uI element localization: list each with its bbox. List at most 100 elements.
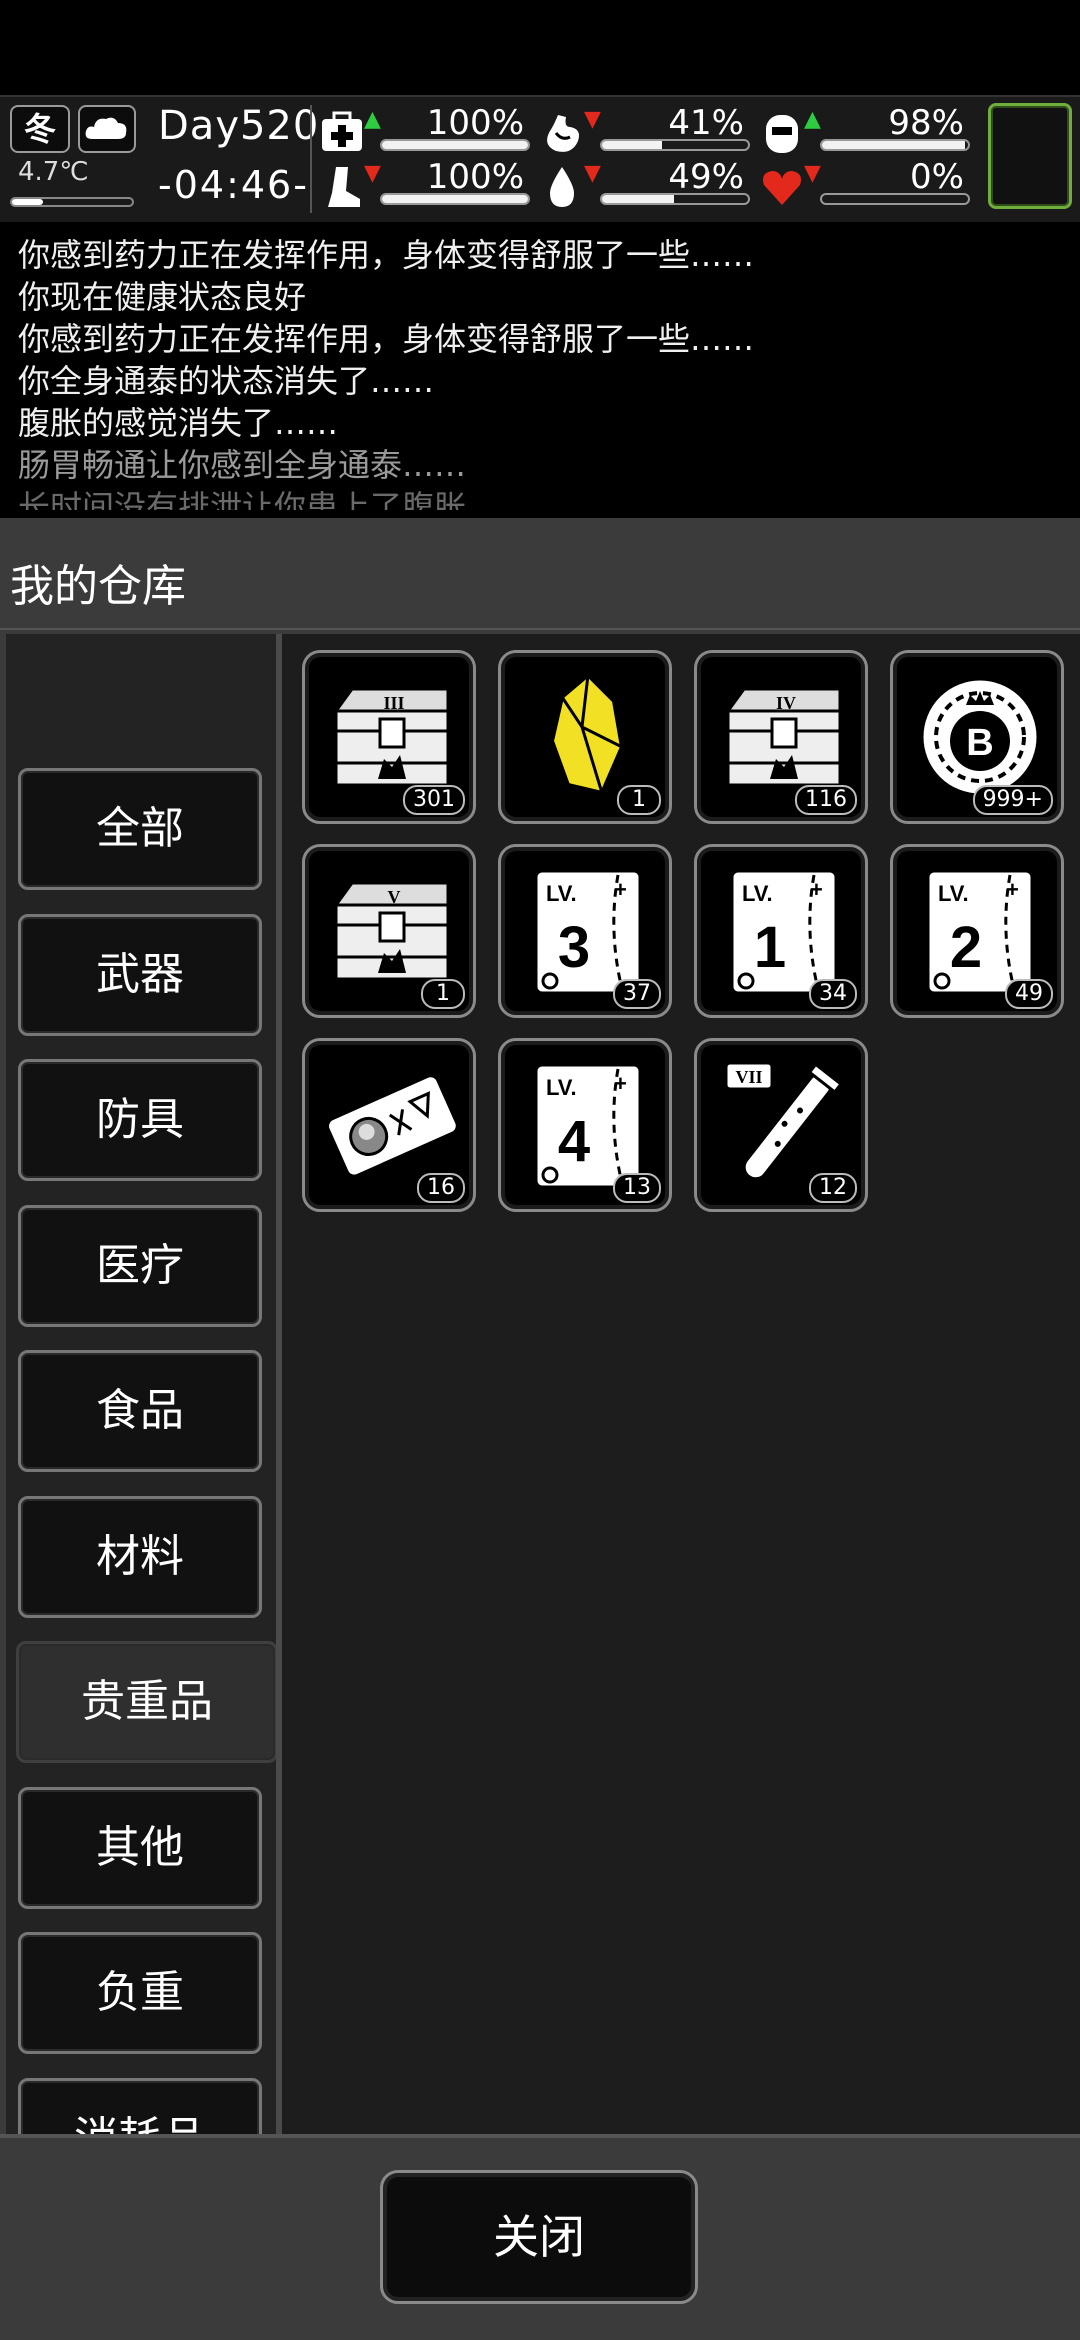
item-count: 37 <box>613 979 661 1009</box>
stat-value: 41% <box>668 103 744 143</box>
temperature-bar-fill <box>12 199 44 205</box>
stat-value: 0% <box>910 157 964 197</box>
svg-text:2: 2 <box>950 915 982 980</box>
log-line: 肠胃畅通让你感到全身通泰…… <box>18 446 467 484</box>
weather-icon <box>78 105 136 153</box>
stat-bar-fill <box>602 141 662 149</box>
stat-value: 100% <box>426 157 524 197</box>
item-slot[interactable]: V 1 <box>302 844 476 1018</box>
svg-text:V: V <box>388 887 401 907</box>
bladder-icon <box>760 111 804 155</box>
stat-mood: ▼ 0% <box>760 157 970 213</box>
item-count: 49 <box>1005 979 1053 1009</box>
stat-bar-fill <box>602 195 674 203</box>
svg-text:+: + <box>810 877 823 902</box>
item-count: 13 <box>613 1173 661 1203</box>
item-slot[interactable]: VII 12 <box>694 1038 868 1212</box>
svg-text:+: + <box>1006 877 1019 902</box>
stat-bar <box>600 139 750 151</box>
category-other[interactable]: 其他 <box>18 1787 262 1909</box>
category-valuables[interactable]: 贵重品 <box>16 1641 276 1763</box>
item-count: 116 <box>795 785 857 815</box>
season-label: 冬 <box>23 110 56 148</box>
log-line: 你感到药力正在发挥作用，身体变得舒服了一些…… <box>18 236 755 274</box>
item-count: 999+ <box>972 785 1053 815</box>
item-count: 16 <box>417 1173 465 1203</box>
divider <box>0 628 1080 630</box>
heart-icon <box>760 165 804 209</box>
trend-up-icon: ▲ <box>364 107 381 132</box>
trend-down-icon: ▼ <box>804 161 821 186</box>
medkit-icon <box>320 111 364 155</box>
category-all[interactable]: 全部 <box>18 768 262 890</box>
item-slot[interactable]: LV. + 3 37 <box>498 844 672 1018</box>
category-consumables[interactable]: 消耗品 <box>18 2078 262 2134</box>
divider <box>0 2134 1080 2138</box>
stat-bladder: ▲ 98% <box>760 103 970 159</box>
category-load[interactable]: 负重 <box>18 1932 262 2054</box>
svg-text:+: + <box>614 877 627 902</box>
log-line: 你全身通泰的状态消失了…… <box>18 362 435 400</box>
stat-water: ▼ 49% <box>540 157 750 213</box>
category-medical[interactable]: 医疗 <box>18 1205 262 1327</box>
status-frame[interactable] <box>988 103 1072 209</box>
svg-text:III: III <box>383 693 404 713</box>
category-materials[interactable]: 材料 <box>18 1496 262 1618</box>
trend-down-icon: ▼ <box>364 161 381 186</box>
stat-bar <box>380 139 530 151</box>
trend-up-icon: ▲ <box>804 107 821 132</box>
svg-text:LV.: LV. <box>546 1075 577 1100</box>
temperature-bar <box>10 197 134 207</box>
message-log[interactable]: 你感到药力正在发挥作用，身体变得舒服了一些…… 你现在健康状态良好 你感到药力正… <box>0 222 1080 510</box>
item-count: 301 <box>403 785 465 815</box>
leg-icon <box>320 165 364 209</box>
svg-text:4: 4 <box>558 1109 590 1174</box>
item-count: 12 <box>809 1173 857 1203</box>
item-count: 1 <box>617 785 661 815</box>
svg-text:+: + <box>614 1071 627 1096</box>
stat-bar-fill <box>382 141 528 149</box>
svg-text:LV.: LV. <box>742 881 773 906</box>
item-slot[interactable]: LV. + 4 13 <box>498 1038 672 1212</box>
stat-bar-fill <box>382 195 528 203</box>
item-slot[interactable]: B 999+ <box>890 650 1064 824</box>
stat-stomach: ▼ 41% <box>540 103 750 159</box>
stat-bar <box>380 193 530 205</box>
svg-text:LV.: LV. <box>546 881 577 906</box>
divider <box>310 105 312 213</box>
item-slot[interactable]: LV. + 1 34 <box>694 844 868 1018</box>
svg-text:IV: IV <box>776 693 796 713</box>
category-weapons[interactable]: 武器 <box>18 914 262 1036</box>
stat-stamina: ▼ 100% <box>320 157 530 213</box>
season-indicator: 冬 <box>10 105 70 153</box>
item-grid[interactable]: III 301 1 IV 116 B 999+ V 1 LV. + 3 37 L… <box>282 634 1080 2134</box>
svg-text:LV.: LV. <box>938 881 969 906</box>
stat-bar <box>600 193 750 205</box>
category-armor[interactable]: 防具 <box>18 1059 262 1181</box>
stat-value: 98% <box>888 103 964 143</box>
clock: -04:46- <box>158 163 309 207</box>
water-drop-icon <box>540 165 584 209</box>
svg-text:3: 3 <box>558 915 590 980</box>
log-line: 长时间没有排泄让你患上了腹胀 <box>18 488 467 510</box>
item-slot[interactable]: LV. + 2 49 <box>890 844 1064 1018</box>
stat-bar-fill <box>822 141 966 149</box>
close-button[interactable]: 关闭 <box>380 2170 698 2304</box>
log-line: 你现在健康状态良好 <box>18 278 307 316</box>
category-sidebar[interactable]: 全部 武器 防具 医疗 食品 材料 贵重品 其他 负重 消耗品 <box>6 634 276 2134</box>
item-slot[interactable]: 16 <box>302 1038 476 1212</box>
trend-down-icon: ▼ <box>584 161 601 186</box>
trend-down-icon: ▼ <box>584 107 601 132</box>
stat-health: ▲ 100% <box>320 103 530 159</box>
stat-value: 49% <box>668 157 744 197</box>
svg-text:VII: VII <box>735 1067 762 1087</box>
category-food[interactable]: 食品 <box>18 1350 262 1472</box>
item-slot[interactable]: 1 <box>498 650 672 824</box>
item-slot[interactable]: IV 116 <box>694 650 868 824</box>
item-slot[interactable]: III 301 <box>302 650 476 824</box>
stat-bar <box>820 139 970 151</box>
stat-bar <box>820 193 970 205</box>
stomach-icon <box>540 111 584 155</box>
day-counter: Day520 <box>158 103 320 149</box>
temperature-label: 4.7℃ <box>18 157 89 187</box>
